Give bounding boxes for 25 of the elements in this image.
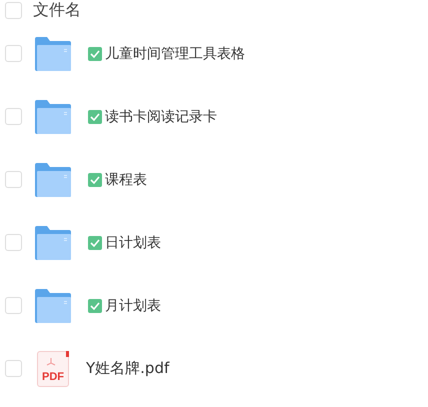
checkbox[interactable]	[5, 2, 22, 18]
file-name[interactable]: 日计划表	[105, 234, 161, 252]
checkbox[interactable]	[5, 360, 22, 377]
file-name[interactable]: Y姓名牌.pdf	[86, 359, 170, 378]
checkbox[interactable]	[5, 108, 22, 125]
checkmark-icon	[88, 298, 102, 312]
checkmark-icon	[88, 172, 102, 186]
column-header[interactable]: 文件名	[33, 0, 81, 20]
folder-icon	[35, 36, 71, 70]
file-name[interactable]: 儿童时间管理工具表格	[105, 44, 245, 62]
checkbox[interactable]	[5, 171, 22, 188]
folder-icon	[35, 226, 71, 260]
checkbox[interactable]	[5, 45, 22, 62]
checkbox[interactable]	[5, 234, 22, 251]
file-name[interactable]: 读书卡阅读记录卡	[105, 108, 217, 126]
checkmark-icon	[88, 46, 102, 60]
folder-icon	[35, 162, 71, 196]
checkmark-icon	[88, 236, 102, 250]
pdf-file-icon: PDF	[37, 350, 69, 386]
checkmark-icon	[88, 110, 102, 124]
checkbox[interactable]	[5, 297, 22, 314]
file-name[interactable]: 月计划表	[105, 296, 161, 314]
folder-icon	[35, 100, 71, 134]
folder-icon	[35, 288, 71, 322]
file-name[interactable]: 课程表	[105, 170, 147, 188]
